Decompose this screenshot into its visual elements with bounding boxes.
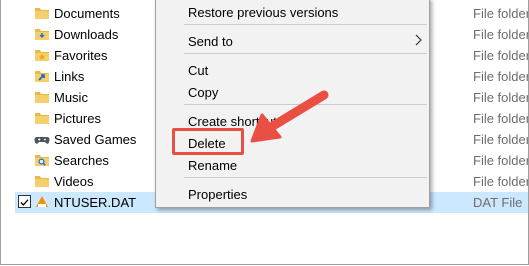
folder-icon [35,176,49,187]
menu-separator [184,24,427,25]
file-name: Downloads [54,27,119,42]
menu-item-restore-previous-versions[interactable]: Restore previous versions [156,1,429,22]
file-type: File folder [473,111,529,126]
checkmark-icon [20,199,29,206]
file-type: File folder [473,27,529,42]
folder-icon [35,113,49,124]
dat-file-icon [36,196,48,207]
file-type: DAT File [473,195,523,210]
file-type: File folder [473,132,529,147]
saved-games-icon [34,136,50,144]
file-type: File folder [473,174,529,189]
menu-item-properties[interactable]: Properties [156,183,429,204]
menu-separator [184,177,427,178]
file-name: Favorites [54,48,108,63]
menu-label: Cut [188,63,209,78]
folder-icon [35,8,49,19]
file-type: File folder [473,90,529,105]
file-name: Links [54,69,85,84]
folder-icon [35,92,49,103]
file-type: File folder [473,153,529,168]
menu-item-rename[interactable]: Rename [156,154,429,175]
menu-label: Restore previous versions [188,5,339,20]
menu-label: Rename [188,158,238,173]
file-name: Documents [54,6,120,21]
file-name: NTUSER.DAT [54,195,137,210]
file-name: Searches [54,153,109,168]
menu-label: Copy [188,85,219,100]
file-type: File folder [473,69,529,84]
favorites-folder-icon [35,50,49,61]
selection-checkbox[interactable] [18,195,31,208]
menu-item-send-to[interactable]: Send to [156,30,429,51]
file-name: Music [54,90,88,105]
file-name: Pictures [54,111,101,126]
file-type: File folder [473,6,529,21]
menu-label: Send to [188,34,233,49]
searches-folder-icon [35,155,49,166]
file-type: File folder [473,48,529,63]
file-name: Saved Games [54,132,137,147]
links-folder-icon [35,71,49,82]
downloads-folder-icon [35,29,49,40]
file-explorer-window: Documents File folder Downloads File fol… [0,0,529,265]
annotation-arrow-icon [250,90,329,143]
menu-separator [184,53,427,54]
menu-label: Properties [188,187,248,202]
delete-highlight-box [172,128,244,155]
chevron-right-icon [415,34,422,46]
menu-item-cut[interactable]: Cut [156,59,429,80]
file-name: Videos [54,174,94,189]
